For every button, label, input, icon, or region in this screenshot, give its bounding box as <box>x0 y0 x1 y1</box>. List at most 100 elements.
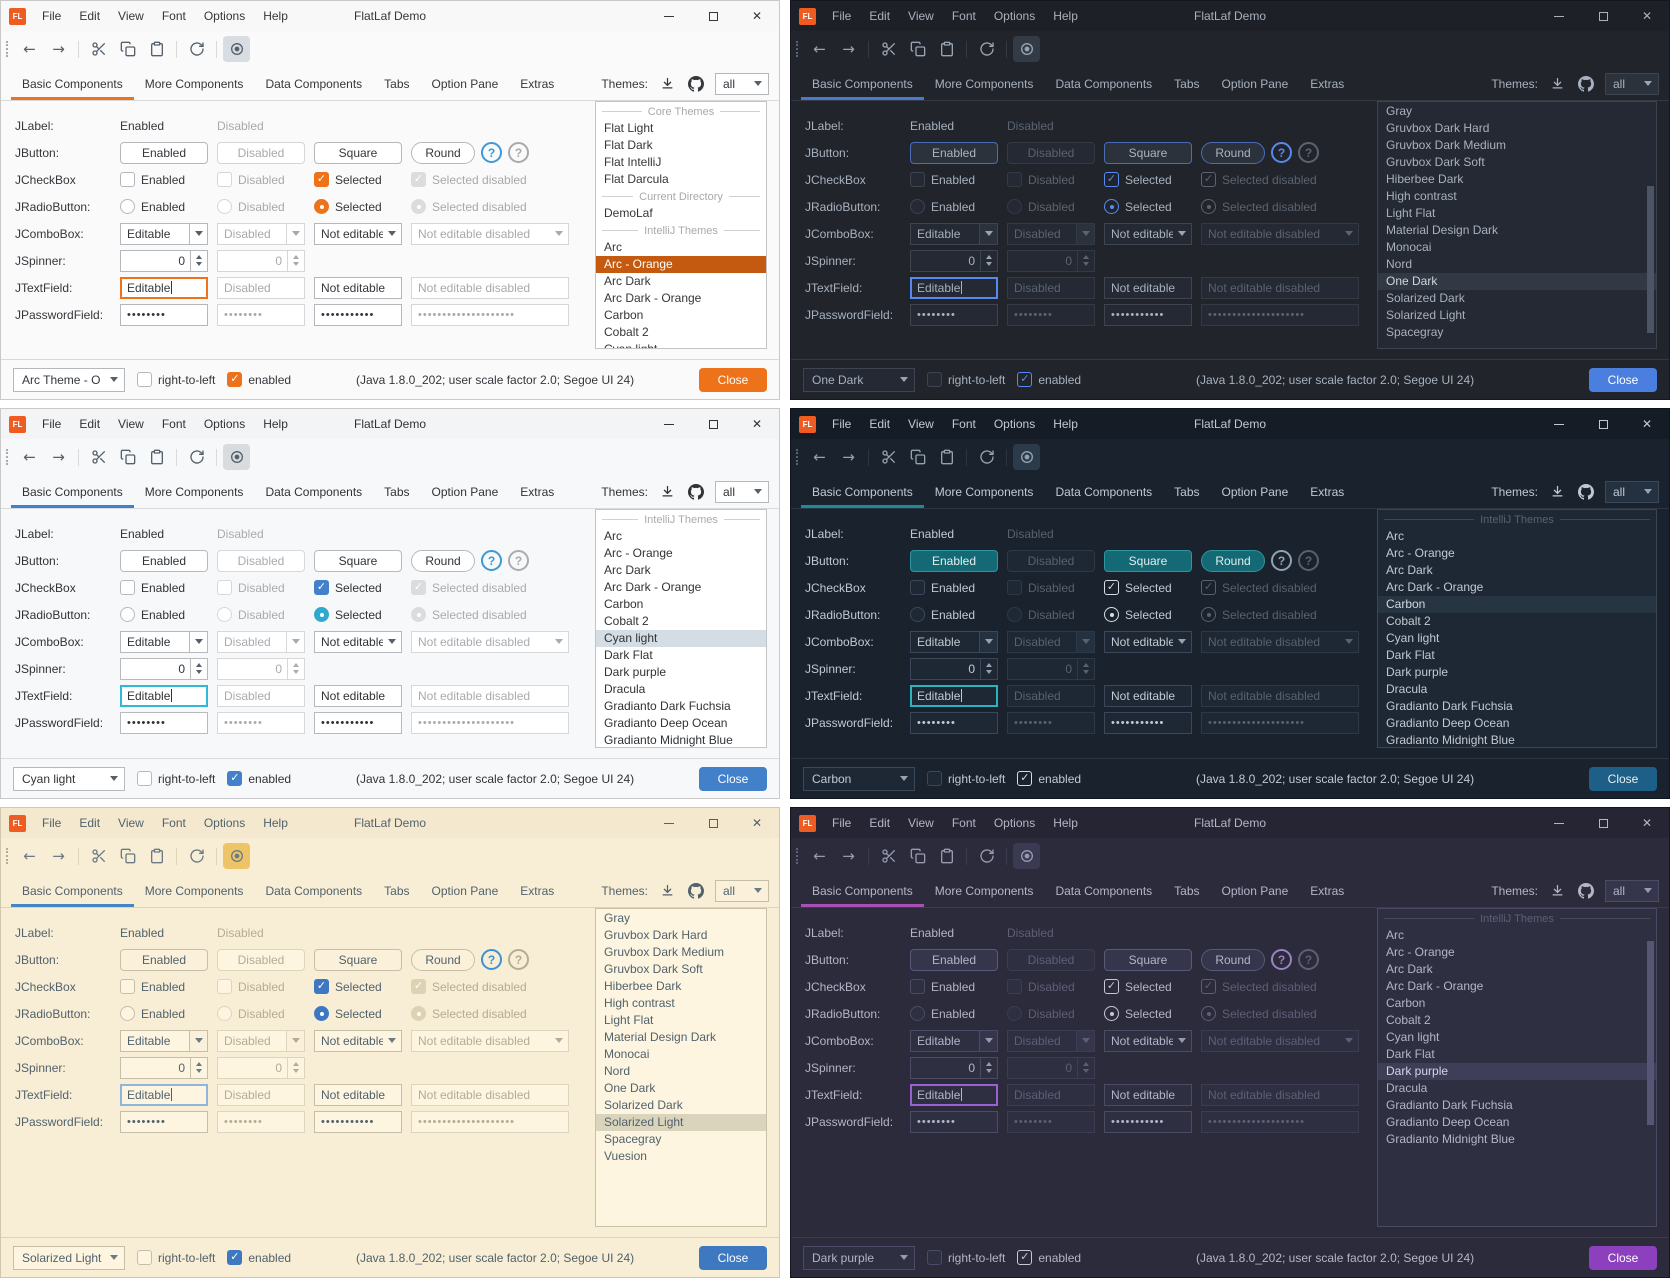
show-hidden-toggle[interactable] <box>223 36 250 62</box>
tab-data-components[interactable]: Data Components <box>1044 475 1163 508</box>
theme-list-item[interactable]: Spacegray <box>596 1131 766 1148</box>
checkbox-checked-icon[interactable] <box>1104 172 1119 187</box>
jradiobutton-enabled[interactable]: Enabled <box>120 199 208 214</box>
theme-list-item[interactable]: Gray <box>1378 103 1656 120</box>
jtextfield-editable[interactable]: Editable <box>910 277 998 299</box>
checkbox-icon[interactable] <box>927 1250 942 1265</box>
theme-list-item[interactable]: Hiberbee Dark <box>596 978 766 995</box>
menu-view[interactable]: View <box>109 808 153 838</box>
list-scrollbar-thumb[interactable] <box>1647 941 1654 1125</box>
theme-list-item[interactable]: Nord <box>1378 256 1656 273</box>
right-to-left-checkbox[interactable]: right-to-left <box>137 771 215 786</box>
jradiobutton-enabled[interactable]: Enabled <box>120 1006 208 1021</box>
theme-list-item[interactable]: Dark purple <box>1378 1063 1656 1080</box>
radio-selected-icon[interactable] <box>1104 1006 1119 1021</box>
jpasswordfield-enabled[interactable]: •••••••• <box>910 304 998 326</box>
jtextfield-not-editable[interactable]: Not editable <box>314 277 402 299</box>
theme-list-item[interactable]: Arc Dark <box>596 273 766 290</box>
download-theme-button[interactable] <box>1547 881 1567 901</box>
tab-tabs[interactable]: Tabs <box>373 874 420 907</box>
jcombobox-editable[interactable]: Editable <box>120 1030 208 1052</box>
checkbox-checked-icon[interactable] <box>1017 771 1032 786</box>
toolbar-grip[interactable] <box>6 41 9 57</box>
menu-font[interactable]: Font <box>943 409 985 439</box>
menu-help[interactable]: Help <box>1044 808 1087 838</box>
theme-selector[interactable]: Dark purple <box>803 1246 915 1270</box>
forward-button[interactable]: → <box>45 36 72 62</box>
copy-button[interactable] <box>904 843 931 869</box>
jcheckbox-selected[interactable]: Selected <box>1104 580 1192 595</box>
checkbox-icon[interactable] <box>910 172 925 187</box>
theme-list-item[interactable]: Flat Light <box>596 120 766 137</box>
jbutton-square[interactable]: Square <box>1104 550 1192 572</box>
forward-button[interactable]: → <box>835 843 862 869</box>
jbutton-round[interactable]: Round <box>1201 142 1265 164</box>
jpasswordfield-not-editable[interactable]: ••••••••••• <box>314 304 402 326</box>
cut-button[interactable] <box>85 444 112 470</box>
checkbox-checked-icon[interactable] <box>227 771 242 786</box>
jbutton-enabled[interactable]: Enabled <box>120 949 208 971</box>
maximize-button[interactable] <box>1581 1 1625 31</box>
tab-basic-components[interactable]: Basic Components <box>801 874 924 907</box>
jcheckbox-enabled[interactable]: Enabled <box>120 580 208 595</box>
maximize-button[interactable] <box>691 409 735 439</box>
menu-help[interactable]: Help <box>1044 1 1087 31</box>
theme-list-item[interactable]: Gradianto Midnight Blue <box>596 732 766 748</box>
tab-basic-components[interactable]: Basic Components <box>801 67 924 100</box>
refresh-button[interactable] <box>183 36 210 62</box>
close-dialog-button[interactable]: Close <box>699 368 767 392</box>
checkbox-checked-icon[interactable] <box>1017 1250 1032 1265</box>
radio-selected-icon[interactable] <box>314 607 329 622</box>
tab-basic-components[interactable]: Basic Components <box>11 67 134 100</box>
theme-list-item[interactable]: Cobalt 2 <box>1378 613 1656 630</box>
menu-edit[interactable]: Edit <box>860 1 899 31</box>
jspinner-enabled[interactable]: 0 <box>910 1057 998 1079</box>
tab-basic-components[interactable]: Basic Components <box>11 874 134 907</box>
jradiobutton-selected[interactable]: Selected <box>314 1006 402 1021</box>
theme-list-item[interactable]: Carbon <box>596 307 766 324</box>
jspinner-enabled[interactable]: 0 <box>120 1057 208 1079</box>
paste-button[interactable] <box>143 444 170 470</box>
radio-icon[interactable] <box>120 607 135 622</box>
menu-help[interactable]: Help <box>254 409 297 439</box>
theme-list-item[interactable]: Carbon <box>1378 995 1656 1012</box>
theme-list-item[interactable]: Arc - Orange <box>1378 545 1656 562</box>
jcheckbox-selected[interactable]: Selected <box>314 979 402 994</box>
theme-list-item[interactable]: Gruvbox Dark Medium <box>596 944 766 961</box>
toolbar-grip[interactable] <box>6 848 9 864</box>
theme-list-item[interactable]: Dark purple <box>596 664 766 681</box>
menu-file[interactable]: File <box>823 409 860 439</box>
jcombobox-not-editable[interactable]: Not editable <box>1104 631 1192 653</box>
tab-data-components[interactable]: Data Components <box>1044 67 1163 100</box>
theme-list-item[interactable]: Arc Dark - Orange <box>1378 978 1656 995</box>
close-window-button[interactable]: ✕ <box>1625 808 1669 838</box>
theme-list-item[interactable]: Arc - Orange <box>1378 944 1656 961</box>
jtextfield-not-editable[interactable]: Not editable <box>314 685 402 707</box>
back-button[interactable]: ← <box>16 843 43 869</box>
close-dialog-button[interactable]: Close <box>699 767 767 791</box>
jradiobutton-selected[interactable]: Selected <box>1104 607 1192 622</box>
theme-list-item[interactable]: Arc <box>596 528 766 545</box>
refresh-button[interactable] <box>183 444 210 470</box>
jcombobox-not-editable[interactable]: Not editable <box>1104 1030 1192 1052</box>
jpasswordfield-not-editable[interactable]: ••••••••••• <box>1104 1111 1192 1133</box>
maximize-button[interactable] <box>691 1 735 31</box>
back-button[interactable]: ← <box>16 36 43 62</box>
menu-file[interactable]: File <box>823 808 860 838</box>
jbutton-enabled[interactable]: Enabled <box>910 550 998 572</box>
jbutton-round[interactable]: Round <box>1201 550 1265 572</box>
theme-list-item[interactable]: Solarized Light <box>1378 307 1656 324</box>
back-button[interactable]: ← <box>16 444 43 470</box>
show-hidden-toggle[interactable] <box>223 843 250 869</box>
jradiobutton-selected[interactable]: Selected <box>1104 1006 1192 1021</box>
tab-option-pane[interactable]: Option Pane <box>421 874 510 907</box>
jpasswordfield-enabled[interactable]: •••••••• <box>120 712 208 734</box>
jspinner-enabled[interactable]: 0 <box>910 250 998 272</box>
jcheckbox-selected[interactable]: Selected <box>314 580 402 595</box>
jbutton-round[interactable]: Round <box>411 949 475 971</box>
theme-list-item[interactable]: Arc Dark <box>1378 961 1656 978</box>
jradiobutton-selected[interactable]: Selected <box>314 607 402 622</box>
theme-list-item[interactable]: Cyan light <box>596 341 766 349</box>
jtextfield-editable[interactable]: Editable <box>910 685 998 707</box>
tab-data-components[interactable]: Data Components <box>254 67 373 100</box>
